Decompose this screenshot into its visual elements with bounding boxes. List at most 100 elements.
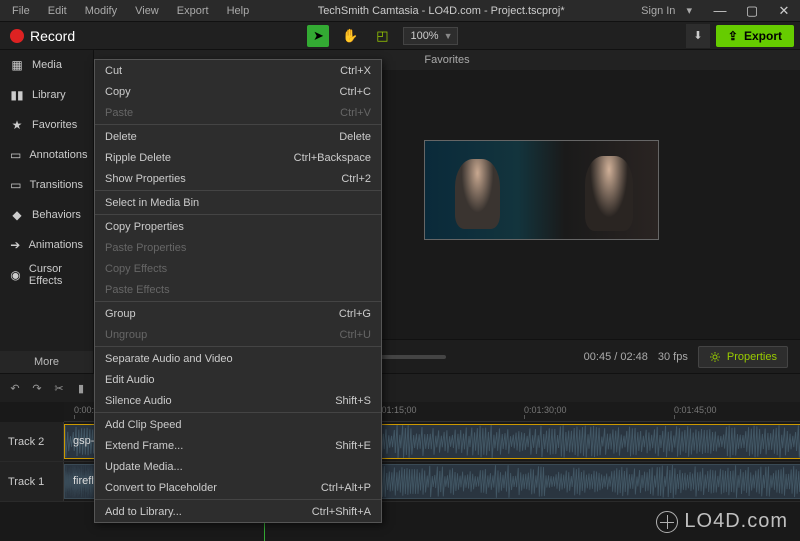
ctx-add-to-library-[interactable]: Add to Library... Ctrl+Shift+A (95, 501, 381, 522)
ctx-label: Copy Effects (105, 263, 167, 275)
ctx-add-clip-speed[interactable]: Add Clip Speed (95, 414, 381, 435)
favorites-icon: ★ (10, 118, 24, 132)
menu-separator (95, 412, 381, 413)
menu-edit[interactable]: Edit (40, 3, 75, 19)
ctx-copy-properties[interactable]: Copy Properties (95, 216, 381, 237)
ctx-label: Silence Audio (105, 395, 172, 407)
sidebar-item-label: Animations (29, 239, 83, 251)
sidebar-more[interactable]: More (0, 351, 93, 373)
sidebar-item-media[interactable]: ▦Media (0, 50, 93, 80)
ctx-delete[interactable]: Delete Delete (95, 126, 381, 147)
animations-icon: ➔ (10, 238, 21, 252)
sidebar-item-label: Favorites (32, 119, 77, 131)
maximize-button[interactable]: ▢ (740, 3, 764, 19)
ctx-edit-audio[interactable]: Edit Audio (95, 369, 381, 390)
cut-button[interactable]: ✂ (50, 379, 68, 397)
sidebar-item-library[interactable]: ▮▮Library (0, 80, 93, 110)
window-controls: Sign In ▾ — ▢ ✕ (625, 2, 796, 19)
ctx-label: Cut (105, 65, 122, 77)
ctx-shortcut: Ctrl+X (340, 65, 371, 77)
sidebar-item-transitions[interactable]: ▭Transitions (0, 170, 93, 200)
media-icon: ▦ (10, 58, 24, 72)
ctx-label: Copy Properties (105, 221, 184, 233)
ctx-paste-effects: Paste Effects (95, 279, 381, 300)
ctx-convert-to-placeholder[interactable]: Convert to PlaceholderCtrl+Alt+P (95, 477, 381, 498)
record-button[interactable]: Record (6, 26, 79, 46)
ctx-silence-audio[interactable]: Silence Audio Shift+S (95, 390, 381, 411)
globe-icon (656, 511, 678, 533)
menu-modify[interactable]: Modify (77, 3, 125, 19)
minimize-button[interactable]: — (708, 3, 732, 19)
ctx-shortcut: Delete (339, 131, 371, 143)
sidebar-item-cursor-effects[interactable]: ◉ Cursor Effects (0, 260, 93, 290)
ctx-label: Update Media... (105, 461, 183, 473)
download-button[interactable]: ⬇ (686, 24, 710, 48)
ctx-update-media-[interactable]: Update Media... (95, 456, 381, 477)
ctx-label: Add to Library... (105, 506, 182, 518)
watermark-text: LO4D.com (684, 510, 788, 533)
preview-content (585, 156, 633, 231)
export-label: Export (744, 29, 782, 43)
ctx-select-in-media-bin[interactable]: Select in Media Bin (95, 192, 381, 213)
close-button[interactable]: ✕ (772, 3, 796, 19)
ctx-extend-frame-[interactable]: Extend Frame... Shift+E (95, 435, 381, 456)
pan-tool[interactable]: ✋ (339, 25, 361, 47)
sidebar-item-behaviors[interactable]: ◆Behaviors (0, 200, 93, 230)
select-tool[interactable]: ➤ (307, 25, 329, 47)
ctx-shortcut: Ctrl+U (340, 329, 371, 341)
split-button[interactable]: ▮ (72, 379, 90, 397)
ctx-label: Delete (105, 131, 137, 143)
video-preview[interactable] (424, 140, 659, 240)
ctx-shortcut: Ctrl+Shift+A (312, 506, 371, 518)
export-button[interactable]: ⇪ Export (716, 25, 794, 47)
annotations-icon: ▭ (10, 148, 21, 162)
ctx-label: Copy (105, 86, 131, 98)
ctx-label: Extend Frame... (105, 440, 183, 452)
ctx-show-properties[interactable]: Show PropertiesCtrl+2 (95, 168, 381, 189)
ctx-label: Add Clip Speed (105, 419, 181, 431)
track-label[interactable]: Track 1 (0, 462, 64, 501)
sidebar-item-animations[interactable]: ➔ Animations (0, 230, 93, 260)
menu-file[interactable]: File (4, 3, 38, 19)
ctx-label: Edit Audio (105, 374, 155, 386)
sidebar-item-label: Behaviors (32, 209, 81, 221)
preview-content (455, 159, 500, 229)
redo-button[interactable]: ↷ (28, 379, 46, 397)
menu-view[interactable]: View (127, 3, 167, 19)
undo-button[interactable]: ↶ (6, 379, 24, 397)
menu-separator (95, 124, 381, 125)
ctx-label: Paste (105, 107, 133, 119)
timecode: 00:45 / 02:48 (584, 351, 648, 363)
ctx-separate-audio-and-video[interactable]: Separate Audio and Video (95, 348, 381, 369)
menu-export[interactable]: Export (169, 3, 217, 19)
ctx-ripple-delete[interactable]: Ripple DeleteCtrl+Backspace (95, 147, 381, 168)
menu-separator (95, 190, 381, 191)
ctx-paste-properties: Paste Properties (95, 237, 381, 258)
sign-in-button[interactable]: Sign In ▾ (625, 2, 700, 19)
ctx-shortcut: Shift+S (335, 395, 371, 407)
sidebar-item-annotations[interactable]: ▭Annotations (0, 140, 93, 170)
properties-button[interactable]: Properties (698, 346, 788, 368)
sidebar-item-label: Cursor Effects (29, 263, 83, 287)
menu-help[interactable]: Help (219, 3, 258, 19)
sidebar: ▦Media▮▮Library★Favorites▭Annotations▭Tr… (0, 50, 94, 373)
ctx-group[interactable]: GroupCtrl+G (95, 303, 381, 324)
cursor effects-icon: ◉ (10, 268, 21, 282)
zoom-dropdown[interactable]: 100% ▼ (403, 27, 457, 45)
library-icon: ▮▮ (10, 88, 24, 102)
ctx-shortcut: Ctrl+C (340, 86, 371, 98)
ctx-copy-effects: Copy Effects (95, 258, 381, 279)
ctx-label: Select in Media Bin (105, 197, 199, 209)
export-icon: ⇪ (728, 29, 738, 43)
record-label: Record (30, 28, 75, 44)
ctx-shortcut: Shift+E (335, 440, 371, 452)
ctx-ungroup: UngroupCtrl+U (95, 324, 381, 345)
sidebar-item-label: Transitions (30, 179, 83, 191)
crop-tool[interactable]: ◰ (371, 25, 393, 47)
gear-icon (709, 351, 721, 363)
track-label[interactable]: Track 2 (0, 422, 64, 461)
sidebar-item-favorites[interactable]: ★ Favorites (0, 110, 93, 140)
ctx-cut[interactable]: Cut Ctrl+X (95, 60, 381, 81)
ctx-copy[interactable]: Copy Ctrl+C (95, 81, 381, 102)
window-title: TechSmith Camtasia - LO4D.com - Project.… (257, 5, 625, 17)
